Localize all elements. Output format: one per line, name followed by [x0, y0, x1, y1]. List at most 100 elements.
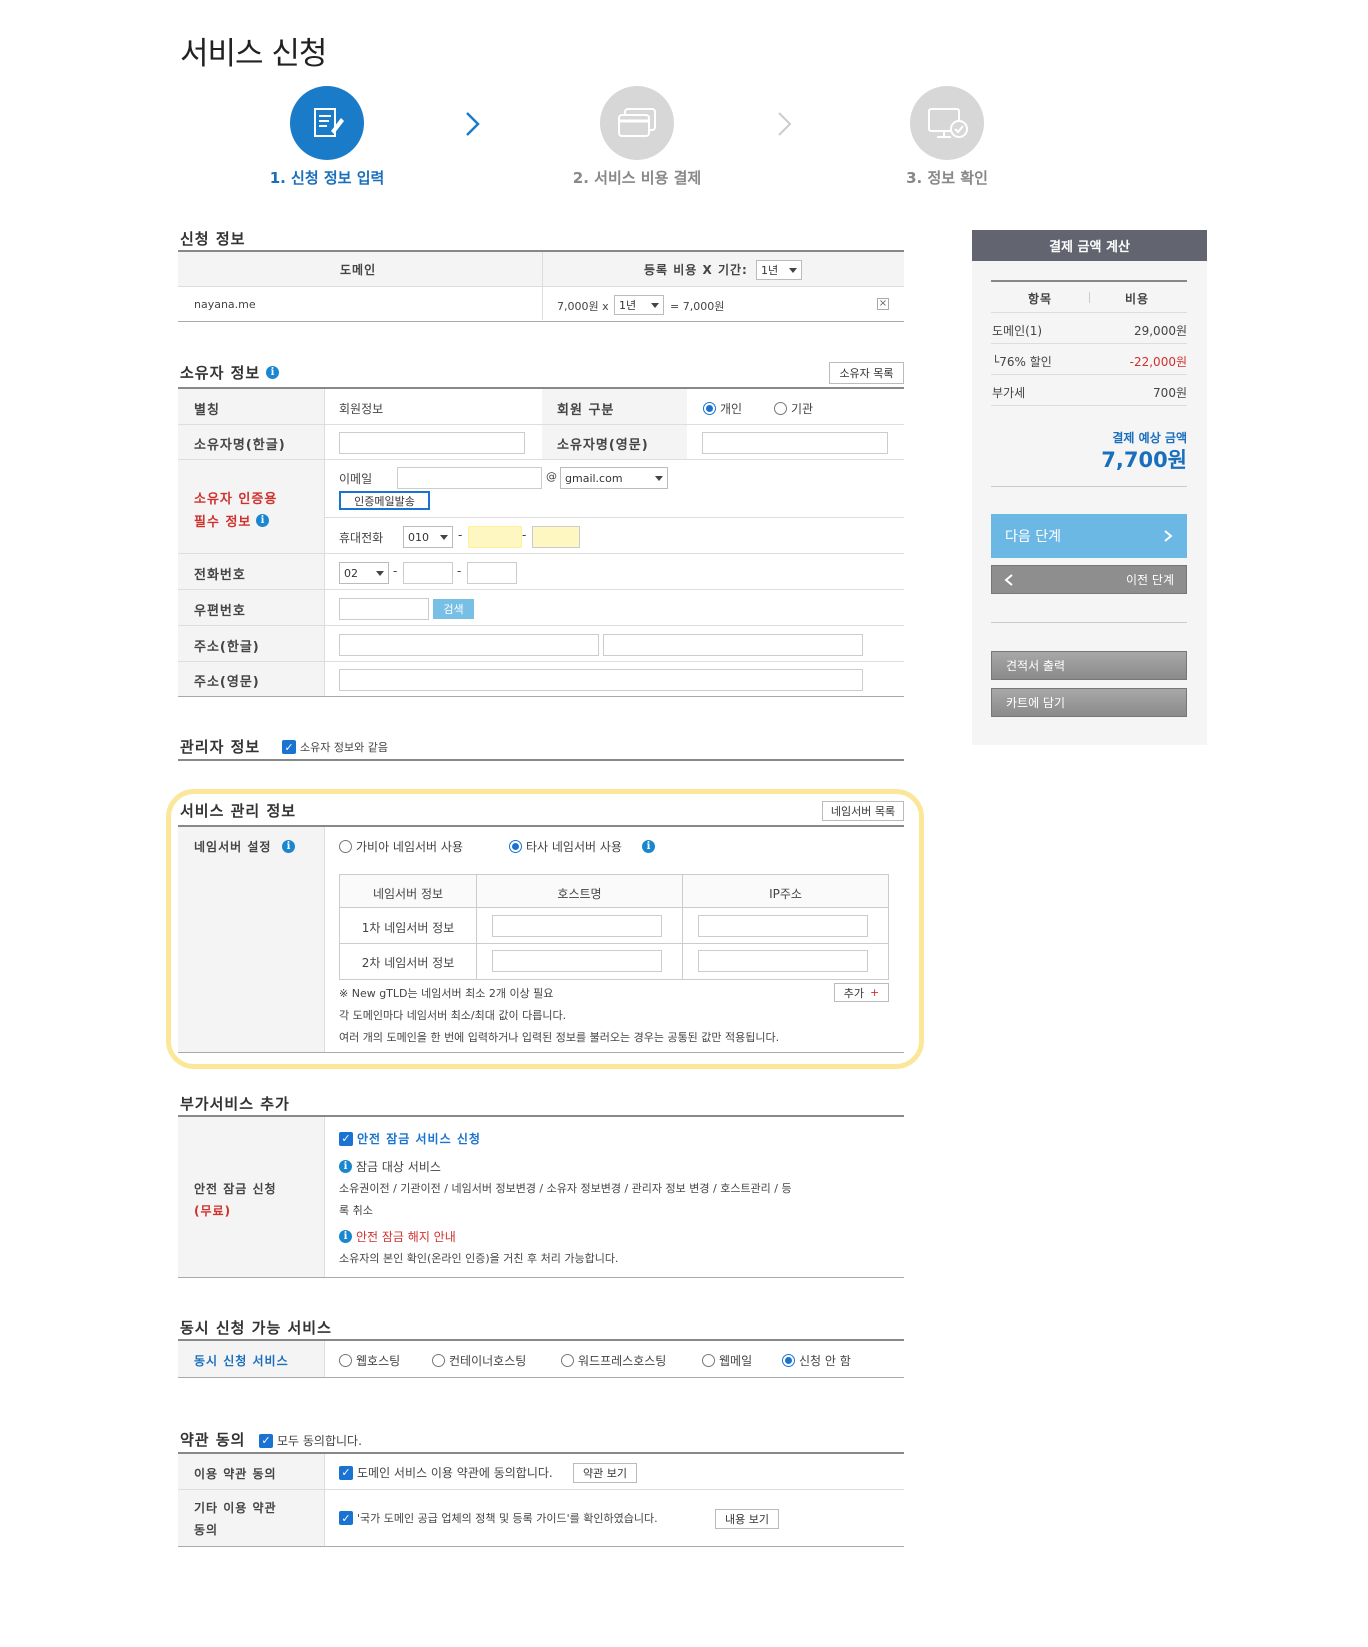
mobile-prefix-select[interactable]: 010: [403, 526, 453, 548]
divider: [991, 486, 1187, 487]
concurrent-option-webhosting[interactable]: 웹호스팅: [339, 1352, 400, 1369]
addr-ko-label: 주소(한글): [194, 640, 260, 655]
page-title: 서비스 신청: [180, 36, 327, 72]
print-quote-button[interactable]: 견적서 출력: [991, 651, 1187, 680]
addr-ko-input-1[interactable]: [339, 634, 599, 656]
ns1-ip-input[interactable]: [698, 915, 868, 937]
addr-ko-input-2[interactable]: [603, 634, 863, 656]
summary-row-item: 부가세: [992, 386, 1026, 400]
summary-row-item: └76% 할인: [992, 355, 1052, 369]
zip-label: 우편번호: [194, 604, 246, 619]
summary-col-item: 항목: [1028, 292, 1053, 306]
divider: [178, 589, 904, 590]
ns-option-gabia[interactable]: 가비아 네임서버 사용: [339, 838, 463, 855]
ns-row-2-label: 2차 네임서버 정보: [361, 956, 455, 970]
owner-list-button[interactable]: 소유자 목록: [829, 362, 904, 384]
email-domain-select[interactable]: gmail.com: [560, 467, 668, 489]
mobile-last-input[interactable]: [532, 526, 580, 548]
add-nameserver-button[interactable]: 추가 +: [834, 983, 889, 1002]
member-type-organization[interactable]: 기관: [774, 400, 813, 417]
addr-en-input[interactable]: [339, 669, 863, 691]
chevron-right-icon: [1164, 530, 1173, 542]
prev-step-button[interactable]: 이전 단계: [991, 565, 1187, 594]
divider: [178, 459, 904, 460]
radio-icon: [339, 1354, 352, 1367]
mobile-label: 휴대전화: [339, 531, 384, 545]
step-1-label: 1. 신청 정보 입력: [269, 169, 385, 187]
phone-prefix-select[interactable]: 02: [339, 562, 389, 584]
service-section-title: 서비스 관리 정보: [180, 802, 297, 820]
owner-section-title: 소유자 정보: [180, 364, 261, 382]
lock-target-desc-2: 록 취소: [339, 1204, 373, 1217]
terms-usage-checkbox[interactable]: ✓ 도메인 서비스 이용 약관에 동의합니다.: [339, 1464, 553, 1481]
step-2-icon: [600, 86, 674, 160]
member-type-label: 회원 구분: [557, 403, 615, 418]
divider: [178, 1489, 904, 1490]
mobile-middle-input[interactable]: [468, 526, 522, 548]
concurrent-label: 동시 신청 서비스: [194, 1354, 289, 1368]
concurrent-option-none[interactable]: 신청 안 함: [782, 1352, 851, 1369]
agree-all-checkbox[interactable]: ✓ 모두 동의합니다.: [259, 1432, 362, 1449]
radio-icon: [703, 402, 716, 415]
name-ko-label: 소유자명(한글): [194, 438, 286, 453]
nameserver-list-button[interactable]: 네임서버 목록: [822, 801, 904, 821]
divider: [178, 661, 904, 662]
summary-row-cost-discount: -22,000원: [1129, 355, 1187, 369]
view-terms-button[interactable]: 약관 보기: [573, 1463, 637, 1483]
divider: [178, 759, 904, 761]
concurrent-option-container[interactable]: 컨테이너호스팅: [432, 1352, 526, 1369]
member-type-individual[interactable]: 개인: [703, 400, 742, 417]
phone-last-input[interactable]: [467, 562, 517, 584]
chevron-right-icon: [774, 110, 794, 141]
add-to-cart-button[interactable]: 카트에 담기: [991, 688, 1187, 717]
dash: -: [393, 564, 398, 578]
divider: [991, 312, 1187, 313]
next-step-button[interactable]: 다음 단계: [991, 514, 1187, 558]
period-select[interactable]: 1년: [614, 295, 664, 315]
terms-other-label-1: 기타 이용 약관: [194, 1501, 277, 1515]
chevron-left-icon: [1004, 573, 1013, 586]
view-content-button[interactable]: 내용 보기: [715, 1509, 779, 1529]
summary-row-cost: 700원: [1153, 386, 1187, 400]
ns-setting-label: 네임서버 설정: [194, 840, 272, 854]
zip-search-button[interactable]: 검색: [433, 599, 474, 619]
plus-icon: +: [870, 986, 880, 999]
send-auth-mail-button[interactable]: 인증메일발송: [339, 491, 430, 510]
step-1-icon: [290, 86, 364, 160]
ns2-ip-input[interactable]: [698, 950, 868, 972]
total-value: 7,700원: [1101, 448, 1187, 472]
same-as-owner-checkbox[interactable]: ✓ 소유자 정보와 같음: [282, 739, 388, 755]
divider: [178, 1052, 904, 1053]
dash: -: [457, 564, 462, 578]
email-input[interactable]: [397, 467, 542, 489]
name-ko-input[interactable]: [339, 432, 525, 454]
summary-row-cost: 29,000원: [1133, 324, 1187, 338]
phone-middle-input[interactable]: [403, 562, 453, 584]
remove-icon[interactable]: ×: [877, 298, 889, 310]
divider: [178, 696, 904, 697]
zip-input[interactable]: [339, 598, 429, 620]
application-section-title: 신청 정보: [180, 230, 246, 248]
info-icon[interactable]: i: [642, 840, 655, 853]
concurrent-option-wordpress[interactable]: 워드프레스호스팅: [561, 1352, 666, 1369]
name-en-label: 소유자명(영문): [557, 438, 649, 453]
ns-option-other[interactable]: 타사 네임서버 사용: [509, 838, 622, 855]
divider: [991, 280, 1187, 282]
ns-header-info: 네임서버 정보: [372, 887, 444, 901]
name-en-input[interactable]: [702, 432, 888, 454]
terms-other-checkbox[interactable]: ✓ '국가 도메인 공급 업체의 정책 및 등록 가이드'를 확인하였습니다.: [339, 1510, 658, 1526]
info-icon[interactable]: i: [282, 840, 295, 853]
auth-label-2: 필수 정보: [194, 515, 252, 530]
concurrent-option-webmail[interactable]: 웹메일: [702, 1352, 752, 1369]
info-icon[interactable]: i: [256, 514, 269, 527]
summary-col-cost: 비용: [1125, 292, 1150, 306]
ns2-hostname-input[interactable]: [492, 950, 662, 972]
ns1-hostname-input[interactable]: [492, 915, 662, 937]
domain-name: nayana.me: [194, 298, 256, 311]
ns-header-ip: IP주소: [769, 887, 802, 901]
admin-section-title: 관리자 정보: [180, 738, 261, 756]
addon-section-title: 부가서비스 추가: [180, 1095, 290, 1113]
lock-apply-checkbox[interactable]: ✓ 안전 잠금 서비스 신청: [339, 1130, 481, 1147]
period-select-header[interactable]: 1년: [756, 260, 802, 280]
info-icon[interactable]: i: [266, 366, 279, 379]
